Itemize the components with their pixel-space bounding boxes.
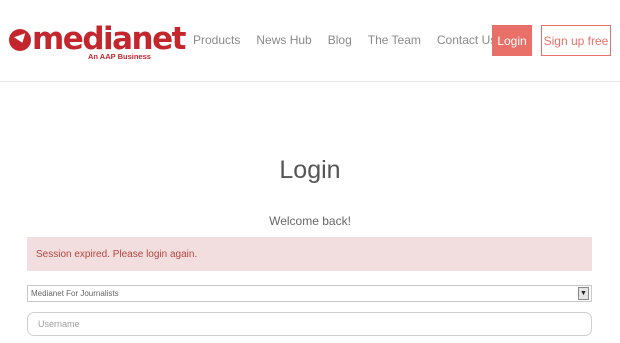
- username-input[interactable]: [27, 312, 592, 336]
- nav-item-news-hub[interactable]: News Hub: [256, 33, 311, 47]
- medianet-logo[interactable]: medianet An AAP Business: [9, 21, 186, 64]
- signup-button[interactable]: Sign up free: [541, 25, 611, 56]
- nav-item-contact-us[interactable]: Contact Us: [437, 33, 496, 47]
- account-type-select[interactable]: Medianet For Journalists ▼: [27, 285, 592, 302]
- page-title: Login: [279, 156, 341, 184]
- session-expired-alert: Session expired. Please login again.: [27, 237, 592, 271]
- welcome-message: Welcome back!: [269, 214, 351, 228]
- nav-item-blog[interactable]: Blog: [328, 33, 352, 47]
- alert-text: Session expired. Please login again.: [36, 248, 198, 260]
- main-nav: Products News Hub Blog The Team Contact …: [193, 33, 512, 47]
- dropdown-arrow-icon[interactable]: ▼: [578, 287, 589, 300]
- nav-item-products[interactable]: Products: [193, 33, 240, 47]
- account-type-selected: Medianet For Journalists: [31, 289, 119, 298]
- nav-item-the-team[interactable]: The Team: [368, 33, 421, 47]
- header-login-button[interactable]: Login: [492, 25, 532, 56]
- site-header: medianet An AAP Business Products News H…: [0, 0, 620, 82]
- medianet-logo-icon: [9, 29, 31, 51]
- brand-tagline: An AAP Business: [88, 52, 151, 61]
